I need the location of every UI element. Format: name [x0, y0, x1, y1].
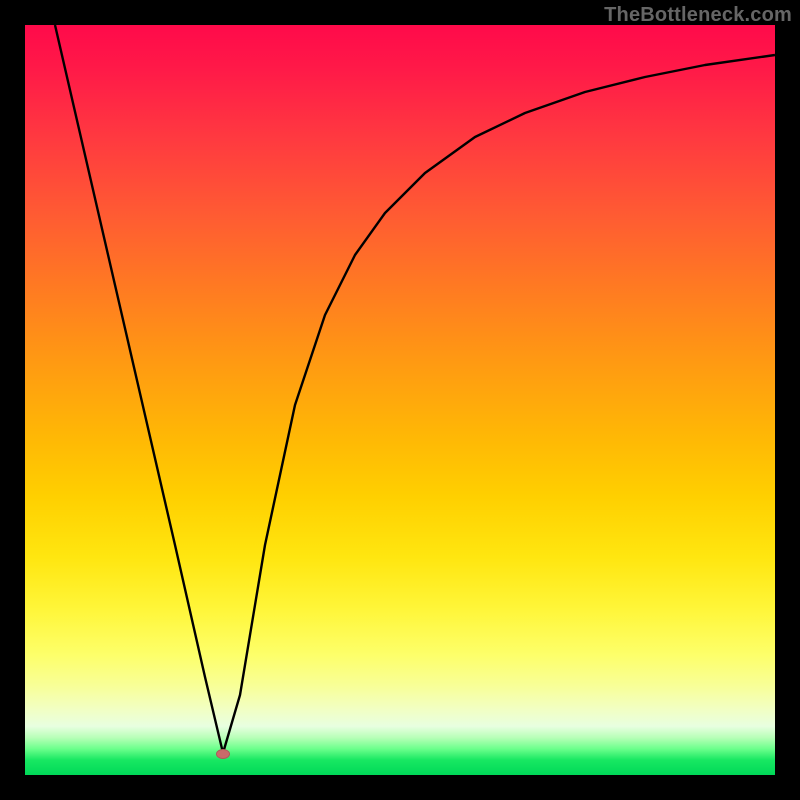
watermark-text: TheBottleneck.com [604, 4, 792, 27]
chart-background-gradient [25, 25, 775, 775]
optimal-point-marker [216, 749, 230, 759]
chart-frame [25, 25, 775, 775]
